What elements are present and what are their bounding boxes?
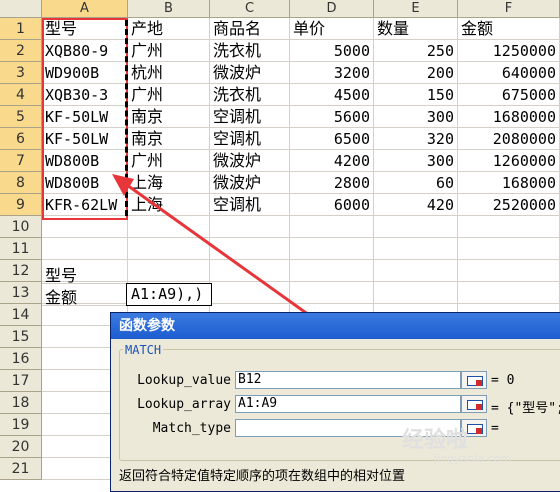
function-arguments-dialog: 函数参数 MATCH Lookup_value B12 = 0 Lookup_a… (110, 312, 560, 492)
arg-label-lookup-value: Lookup_value (137, 373, 231, 388)
range-select-icon (467, 400, 483, 410)
function-description: 返回符合特定值特定顺序的项在数组中的相对位置 (119, 469, 406, 484)
collapse-dialog-button[interactable] (461, 395, 487, 413)
arg-label-lookup-array: Lookup_array (137, 397, 231, 412)
range-select-icon (467, 424, 483, 434)
watermark-url: jingyanla.com (434, 452, 512, 465)
collapse-dialog-button[interactable] (461, 371, 487, 389)
lookup-array-input[interactable]: A1:A9 (235, 395, 461, 413)
range-select-icon (467, 376, 483, 386)
arg-result-lookup-value: = 0 (491, 373, 515, 388)
arrow-line-1 (119, 178, 331, 332)
arg-result-lookup-array: = {"型号"; (491, 401, 560, 416)
watermark: 经验啦 (402, 428, 469, 453)
arg-label-match-type: Match_type (152, 421, 231, 436)
dialog-title: 函数参数 (111, 313, 560, 339)
arrow-head-1 (112, 174, 134, 196)
lookup-value-input[interactable]: B12 (235, 371, 461, 389)
function-name: MATCH (123, 343, 164, 357)
arg-result-match-type: = (491, 421, 499, 436)
